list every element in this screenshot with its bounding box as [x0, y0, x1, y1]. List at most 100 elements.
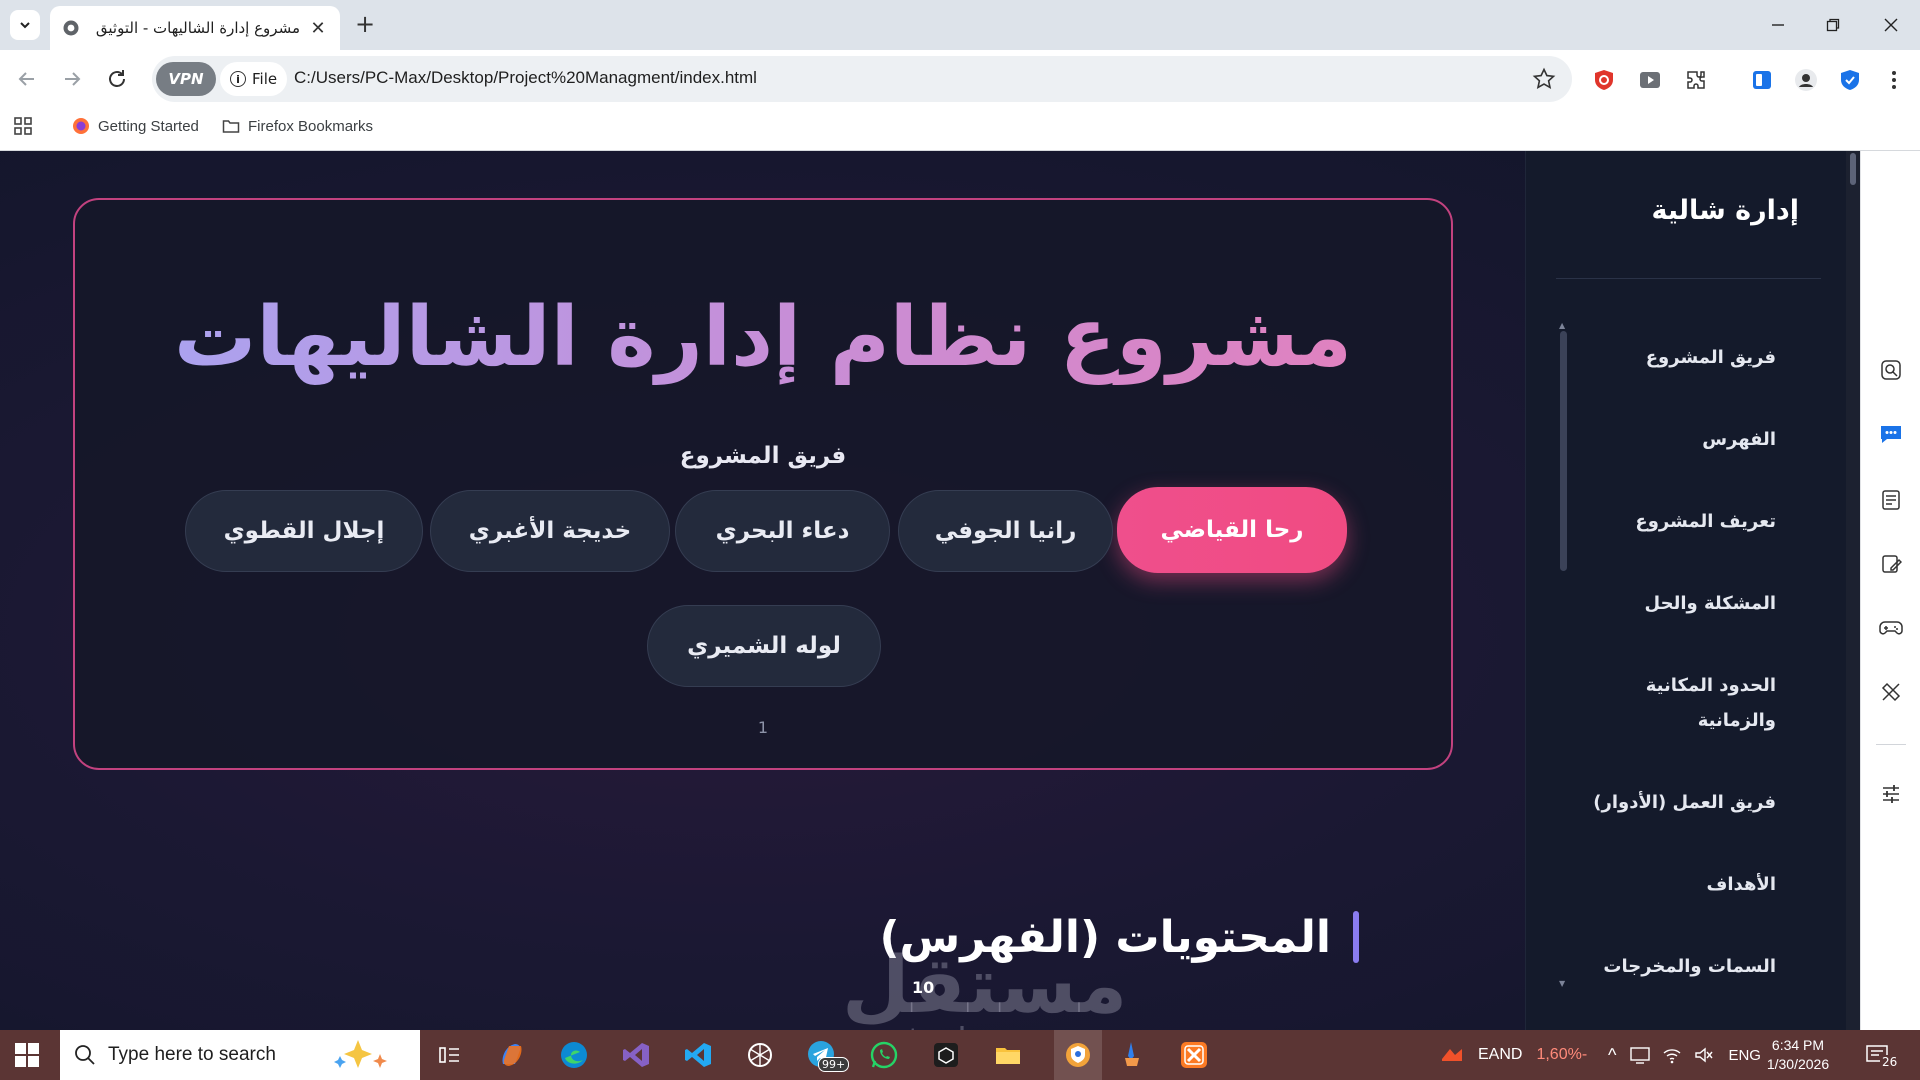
- show-hidden-icons-chevron-icon[interactable]: ^: [1608, 1045, 1616, 1066]
- wifi-icon[interactable]: [1662, 1046, 1682, 1064]
- vscode-icon[interactable]: [682, 1039, 714, 1071]
- apps-grid-button[interactable]: [14, 117, 32, 135]
- page-scrollbar[interactable]: [1846, 151, 1860, 1030]
- security-shield-icon[interactable]: [1836, 66, 1864, 94]
- watermark-badge: 10: [912, 978, 935, 997]
- profile-avatar-icon[interactable]: [1792, 66, 1820, 94]
- xampp-icon[interactable]: [1178, 1039, 1210, 1071]
- stock-widget[interactable]: EAND -1,60%: [1440, 1030, 1587, 1080]
- active-browser-tab[interactable]: مشروع إدارة الشاليهات - التوثيق ال ✕: [50, 6, 340, 50]
- close-window-button[interactable]: [1878, 12, 1904, 38]
- app-cube-icon[interactable]: [930, 1039, 962, 1071]
- minimize-window-button[interactable]: [1765, 12, 1791, 38]
- browser-side-panel: [1860, 151, 1920, 1030]
- web-page: مشروع نظام إدارة الشاليهات فريق المشروع …: [0, 151, 1860, 1030]
- reload-icon: [109, 70, 125, 87]
- sidebar-item-features[interactable]: السمات والمخرجات: [1576, 949, 1776, 984]
- sidebar-item-roles[interactable]: فريق العمل (الأدوار): [1576, 785, 1776, 820]
- input-language[interactable]: ENG: [1728, 1047, 1761, 1064]
- file-explorer-icon[interactable]: [992, 1039, 1024, 1071]
- close-tab-icon[interactable]: ✕: [308, 18, 328, 39]
- browser-tab-strip: مشروع إدارة الشاليهات - التوثيق ال ✕ +: [0, 0, 1920, 50]
- tab-search-dropdown-button[interactable]: [10, 10, 40, 40]
- sidebar-item-goals[interactable]: الأهداف: [1576, 867, 1776, 902]
- team-member-pill[interactable]: إجلال القطوي: [185, 490, 423, 572]
- sidebar-item-definition[interactable]: تعريف المشروع: [1576, 504, 1776, 539]
- vpn-badge[interactable]: VPN: [156, 62, 216, 96]
- team-member-pill[interactable]: لوله الشميري: [647, 605, 881, 687]
- team-member-pill[interactable]: خديجة الأغبري: [430, 490, 670, 572]
- hero-card: مشروع نظام إدارة الشاليهات فريق المشروع …: [73, 198, 1453, 770]
- taskbar-search-placeholder: Type here to search: [108, 1044, 276, 1065]
- whatsapp-icon[interactable]: [868, 1039, 900, 1071]
- url-text[interactable]: C:/Users/PC-Max/Desktop/Project%20Managm…: [294, 68, 757, 88]
- team-label: فريق المشروع: [679, 443, 847, 469]
- team-member-pill-active[interactable]: رحا القياضي: [1117, 487, 1347, 573]
- telegram-icon[interactable]: 99+: [806, 1039, 850, 1072]
- mostaql-watermark-url: mostaql.com: [840, 1019, 1044, 1030]
- back-button[interactable]: [12, 64, 42, 94]
- chevron-down-icon: [20, 22, 30, 29]
- bookmark-getting-started[interactable]: Getting Started: [72, 117, 199, 135]
- chatgpt-icon[interactable]: [744, 1039, 776, 1071]
- bookmark-firefox-bookmarks[interactable]: Firefox Bookmarks: [222, 117, 373, 135]
- tab-title: مشروع إدارة الشاليهات - التوثيق ال: [92, 19, 300, 37]
- team-member-pill[interactable]: دعاء البحري: [675, 490, 890, 572]
- sidebar-item-index[interactable]: الفهرس: [1576, 422, 1776, 457]
- project-title: مشروع نظام إدارة الشاليهات: [75, 290, 1451, 385]
- display-icon[interactable]: [1630, 1046, 1651, 1064]
- chat-assistant-icon[interactable]: [1878, 421, 1904, 447]
- browser-menu-icon[interactable]: [1880, 66, 1908, 94]
- notes-edit-icon[interactable]: [1878, 551, 1904, 577]
- sidebar-item-problem-solution[interactable]: المشكلة والحل: [1576, 586, 1776, 621]
- reading-list-icon[interactable]: [1878, 487, 1904, 513]
- windows-start-icon[interactable]: [14, 1042, 40, 1068]
- adblock-extension-icon[interactable]: [1590, 66, 1618, 94]
- sidebar-scrollbar[interactable]: [1560, 331, 1567, 571]
- edge-browser-icon[interactable]: [558, 1039, 590, 1071]
- taskbar-search-box[interactable]: Type here to search: [60, 1030, 420, 1080]
- taskbar-clock[interactable]: 6:34 PM 1/30/2026: [1758, 1036, 1838, 1074]
- forward-button[interactable]: [57, 64, 87, 94]
- notification-count: 26: [1880, 1055, 1900, 1069]
- visual-studio-icon[interactable]: [620, 1039, 652, 1071]
- team-member-pill[interactable]: رانيا الجوفي: [898, 490, 1113, 572]
- search-page-icon[interactable]: [1878, 357, 1904, 383]
- copilot-icon[interactable]: [496, 1039, 528, 1071]
- globe-icon: [63, 20, 79, 36]
- customize-sliders-icon[interactable]: [1878, 781, 1904, 807]
- sidebar-item-boundaries[interactable]: الحدود المكانية والزمانية: [1636, 668, 1776, 738]
- restore-window-button[interactable]: [1820, 12, 1846, 38]
- sidebar-item-team[interactable]: فريق المشروع: [1576, 340, 1776, 375]
- site-info-button[interactable]: i File: [220, 62, 288, 96]
- page-scrollbar-thumb[interactable]: [1850, 153, 1856, 185]
- bookmark-star-icon[interactable]: [1532, 67, 1556, 91]
- scroll-up-arrow-icon[interactable]: ▲: [1559, 321, 1565, 330]
- clock-time: 6:34 PM: [1771, 1037, 1825, 1053]
- address-bar[interactable]: VPN i File C:/Users/PC-Max/Desktop/Proje…: [152, 56, 1572, 102]
- apps-grid-icon: [14, 117, 32, 135]
- new-tab-button[interactable]: +: [352, 12, 378, 38]
- task-view-icon[interactable]: [434, 1039, 466, 1071]
- sidebar-toggle-icon[interactable]: [1748, 66, 1776, 94]
- scroll-down-arrow-icon[interactable]: ▼: [1559, 979, 1565, 988]
- extensions-puzzle-icon[interactable]: [1682, 66, 1710, 94]
- heading-accent-bar: [1353, 911, 1359, 963]
- bookmark-label: Getting Started: [98, 117, 199, 135]
- tools-icon[interactable]: [1878, 679, 1904, 705]
- search-highlight-sparkle-icon: [334, 1040, 387, 1068]
- table-of-contents-sidebar: إدارة شالية ▲ ▼ فريق المشروع الفهرس تعري…: [1525, 151, 1860, 1030]
- games-controller-icon[interactable]: [1878, 615, 1904, 641]
- mostaql-watermark-logo: مستقل: [842, 941, 1128, 1030]
- volume-muted-icon[interactable]: [1694, 1046, 1714, 1064]
- side-panel-divider: [1876, 744, 1906, 745]
- paint-app-icon[interactable]: [1116, 1039, 1148, 1071]
- reload-button[interactable]: [102, 64, 132, 94]
- search-icon: [75, 1045, 95, 1065]
- video-extension-icon[interactable]: [1636, 66, 1664, 94]
- bookmark-label: Firefox Bookmarks: [248, 117, 374, 135]
- stock-label: EAND: [1478, 1046, 1523, 1063]
- close-icon: [1884, 18, 1898, 32]
- browser-taskbar-icon-active[interactable]: [1054, 1030, 1102, 1080]
- notifications-button[interactable]: 26: [1862, 1039, 1900, 1071]
